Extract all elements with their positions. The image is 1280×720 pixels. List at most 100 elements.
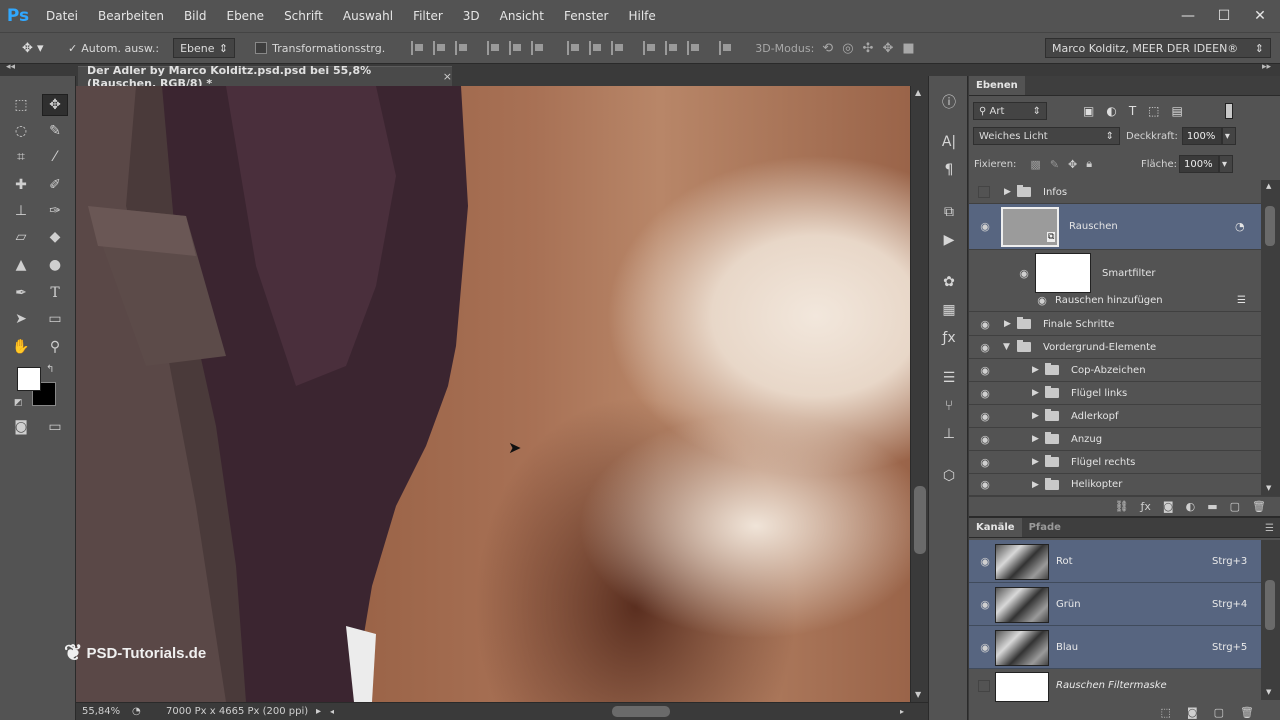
tab-ebenen[interactable]: Ebenen [969,76,1025,95]
align-top-icon[interactable] [411,41,425,55]
menu-bild[interactable]: Bild [174,0,217,32]
collapse-arrow-icon[interactable]: ▼ [1003,342,1010,352]
lock-position-icon[interactable]: ✥ [1068,158,1077,171]
close-button[interactable]: ✕ [1252,8,1268,24]
tab-kanaele[interactable]: Kanäle [969,518,1022,537]
status-menu-icon[interactable]: ▸ [316,706,330,717]
eye-icon[interactable]: ◉ [978,410,992,423]
layer-fluegel-rechts[interactable]: ◉ ▶ Flügel rechts [969,451,1261,474]
menu-bearbeiten[interactable]: Bearbeiten [88,0,174,32]
eye-icon[interactable]: ◉ [978,387,992,400]
menu-fenster[interactable]: Fenster [554,0,619,32]
status-info-icon[interactable]: ◔ [132,706,152,717]
filter-smartobject-icon[interactable]: ▤ [1172,104,1183,118]
clone-stamp-tool-icon[interactable]: ⊥ [8,200,34,222]
info-panel-icon[interactable]: ⓘ [938,92,960,112]
eraser-tool-icon[interactable]: ▱ [8,226,34,248]
channels-scroll-thumb[interactable] [1265,580,1275,630]
pen-tool-icon[interactable]: ✒ [8,282,34,304]
dodge-tool-icon[interactable]: ● [42,254,68,276]
layer-adlerkopf[interactable]: ◉ ▶ Adlerkopf [969,405,1261,428]
channel-rot[interactable]: ◉ Rot Strg+3 [969,540,1261,583]
styles-panel-icon[interactable]: ƒx [938,328,960,348]
3d-scale-icon[interactable]: ■ [902,41,914,56]
add-mask-icon[interactable]: ◙ [1163,500,1174,513]
opacity-input[interactable]: 100% [1181,127,1222,145]
new-channel-icon[interactable]: ▢ [1214,706,1224,719]
history-panel-icon[interactable]: ⧉ [938,202,960,222]
expand-arrow-icon[interactable]: ▶ [1004,319,1011,329]
default-colors-icon[interactable]: ◩ [14,398,23,408]
quick-mask-icon[interactable]: ◙ [8,416,34,438]
menu-filter[interactable]: Filter [403,0,453,32]
menu-datei[interactable]: Datei [36,0,88,32]
distribute-hcenter-icon[interactable] [665,41,679,55]
filter-toggle-icon[interactable] [1225,103,1233,119]
path-selection-tool-icon[interactable]: ➤ [8,308,34,330]
brush-tool-icon[interactable]: ✐ [42,174,68,196]
eye-icon[interactable]: ◉ [978,364,992,377]
swatches-panel-icon[interactable]: ▦ [938,300,960,320]
tab-pfade[interactable]: Pfade [1022,518,1068,537]
align-vcenter-icon[interactable] [433,41,447,55]
new-group-icon[interactable]: ▬ [1207,500,1217,513]
scroll-down-icon[interactable]: ▼ [1266,688,1271,696]
eye-icon[interactable]: ◉ [978,318,992,331]
document-tab[interactable]: Der Adler by Marco Kolditz.psd.psd bei 5… [78,64,452,90]
lock-transparency-icon[interactable]: ▩ [1030,158,1040,171]
align-bottom-icon[interactable] [455,41,469,55]
lock-all-icon[interactable]: 🔒︎ [1086,157,1092,171]
filter-type-icon[interactable]: T [1129,104,1136,118]
distribute-top-icon[interactable] [567,41,581,55]
layers-scrollbar[interactable]: ▲ ▼ [1261,180,1280,496]
layer-style-icon[interactable]: ƒx [1141,500,1151,513]
document-canvas[interactable]: ➤ [76,86,910,702]
adjustments-panel-icon[interactable]: ☰ [938,368,960,388]
layer-helikopter[interactable]: ◉ ▶ Helikopter [969,474,1261,496]
eye-icon[interactable]: ◉ [978,220,992,233]
filter-adjustment-icon[interactable]: ◐ [1106,104,1116,118]
channel-blau[interactable]: ◉ Blau Strg+5 [969,626,1261,669]
collapse-left-icon[interactable]: ◂◂ [6,62,15,72]
scroll-right-icon[interactable]: ▸ [900,707,904,716]
zoom-tool-icon[interactable]: ⚲ [42,336,68,358]
transform-controls-checkbox[interactable]: Transformationsstrg. [255,42,385,55]
canvas-vertical-scrollbar[interactable]: ▲ ▼ [910,86,928,702]
3d-roll-icon[interactable]: ◎ [842,41,853,56]
load-selection-icon[interactable]: ⬚ [1161,706,1171,719]
scroll-up-icon[interactable]: ▲ [915,88,921,97]
lasso-tool-icon[interactable]: ◌ [8,120,34,142]
distribute-right-icon[interactable] [687,41,701,55]
align-right-icon[interactable] [531,41,545,55]
blend-mode-dropdown[interactable]: Weiches Licht ⇕ [973,127,1120,145]
crop-tool-icon[interactable]: ⌗ [8,146,34,168]
distribute-left-icon[interactable] [643,41,657,55]
expand-arrow-icon[interactable]: ▶ [1032,365,1039,375]
character-panel-icon[interactable]: A| [938,132,960,152]
move-tool-icon[interactable]: ✥ [42,94,68,116]
layer-cop-abzeichen[interactable]: ◉ ▶ Cop-Abzeichen [969,359,1261,382]
new-layer-icon[interactable]: ▢ [1230,500,1240,513]
filter-options-icon[interactable]: ☰ [1237,295,1246,306]
eye-icon[interactable]: ◉ [1035,294,1049,307]
save-selection-icon[interactable]: ◙ [1187,706,1198,719]
3d-slide-icon[interactable]: ✥ [882,41,893,56]
eye-icon[interactable]: ◉ [978,478,992,491]
new-adjustment-layer-icon[interactable]: ◐ [1186,500,1196,513]
history-brush-tool-icon[interactable]: ✑ [42,200,68,222]
shape-tool-icon[interactable]: ▭ [42,308,68,330]
expand-arrow-icon[interactable]: ▶ [1032,411,1039,421]
layer-comps-panel-icon[interactable]: ⊥ [938,424,960,444]
expand-arrow-icon[interactable]: ▶ [1032,480,1039,490]
layer-rauschen[interactable]: ◉ ⧉ Rauschen ◔ [969,204,1261,250]
type-tool-icon[interactable]: T [42,282,68,304]
actions-panel-icon[interactable]: ▶ [938,230,960,250]
blur-tool-icon[interactable]: ▲ [8,254,34,276]
layer-infos[interactable]: ▶ Infos [969,181,1261,204]
screen-mode-icon[interactable]: ▭ [42,416,68,438]
channel-gruen[interactable]: ◉ Grün Strg+4 [969,583,1261,626]
visibility-off-box[interactable] [978,679,990,692]
auto-select-checkbox[interactable]: ✓ Autom. ausw.: [68,42,159,55]
distribute-bottom-icon[interactable] [611,41,625,55]
color-panel-icon[interactable]: ✿ [938,272,960,292]
